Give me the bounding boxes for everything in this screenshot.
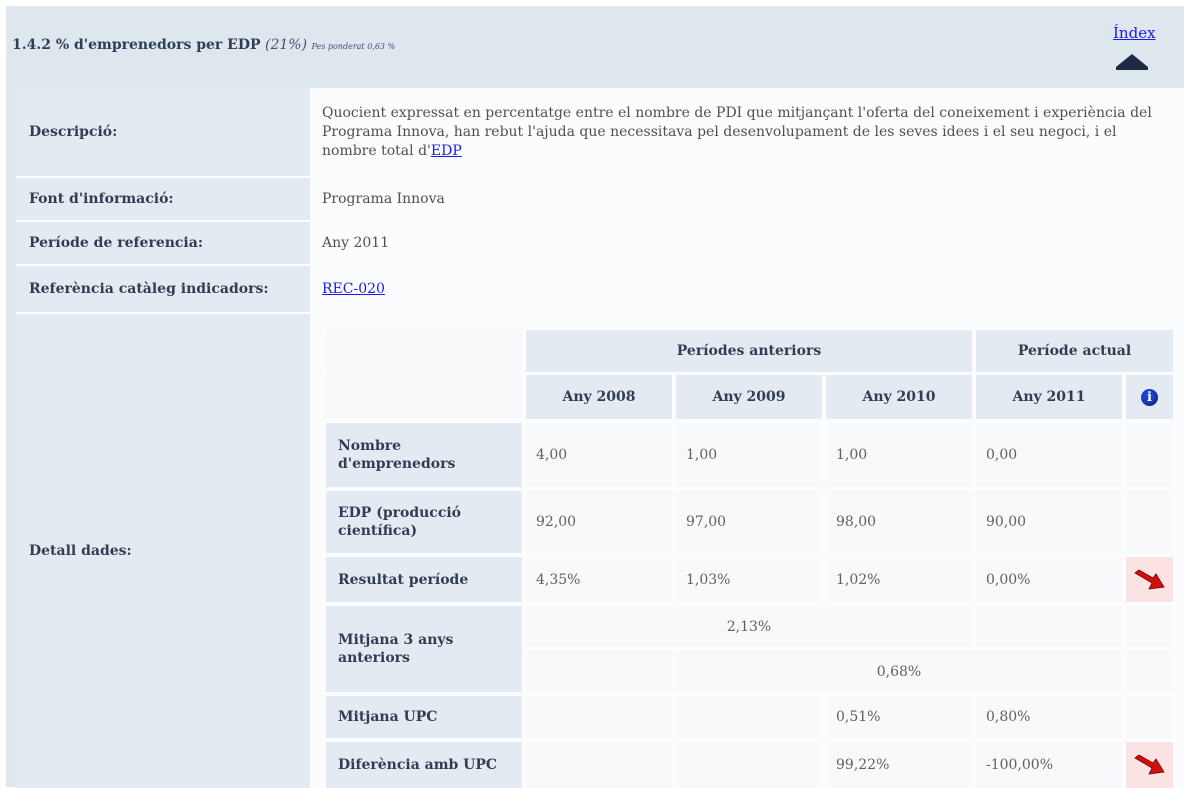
period-label: Període de referencia: (16, 222, 310, 264)
edp-link[interactable]: EDP (431, 143, 462, 159)
cell-upc-diff-2009 (676, 742, 822, 788)
cell-edp-2009: 97,00 (676, 491, 822, 553)
cell-edp-2010: 98,00 (826, 491, 972, 553)
cell-upc-diff-2010: 99,22% (826, 742, 972, 788)
cell-edp-trend (1126, 491, 1173, 553)
cell-upc-avg-2011: 0,80% (976, 696, 1122, 738)
source-row: Font d'informació: Programa Innova (16, 178, 1184, 220)
cell-avg3-current: 0,68% (676, 651, 1122, 692)
table-corner-2 (326, 375, 522, 419)
row-label-avg3: Mitjana 3 anys anteriors (326, 606, 522, 692)
cell-emprenedors-2009: 1,00 (676, 423, 822, 487)
indicator-percentage: (21%) (264, 37, 308, 53)
info-cell: i (1126, 375, 1173, 419)
year-2010-header: Any 2010 (826, 375, 972, 419)
source-label: Font d'informació: (16, 178, 310, 220)
description-row: Descripció: Quocient expressat en percen… (16, 88, 1184, 176)
cell-upc-diff-trend (1126, 742, 1173, 788)
cell-avg3-empty-2 (526, 651, 672, 692)
row-label-emprenedors: Nombre d'emprenedors (326, 423, 522, 487)
catalog-label: Referència catàleg indicadors: (16, 266, 310, 312)
cell-upc-avg-2008 (526, 696, 672, 738)
year-2011-header: Any 2011 (976, 375, 1122, 419)
index-link[interactable]: Índex (1113, 24, 1156, 42)
detail-label: Detall dades: (16, 314, 310, 788)
previous-periods-header: Períodes anteriors (526, 330, 972, 372)
year-2009-header: Any 2009 (676, 375, 822, 419)
cell-avg3-previous: 2,13% (526, 606, 972, 647)
cell-upc-diff-2008 (526, 742, 672, 788)
cell-avg3-empty (976, 606, 1122, 647)
cell-emprenedors-2010: 1,00 (826, 423, 972, 487)
source-value: Programa Innova (312, 178, 1184, 220)
cell-emprenedors-trend (1126, 423, 1173, 487)
row-label-upc-diff: Diferència amb UPC (326, 742, 522, 788)
indicator-panel: 1.4.2 % d'emprenedors per EDP (21%) Pes … (6, 6, 1184, 788)
indicator-code-title: 1.4.2 % d'emprenedors per EDP (12, 37, 261, 53)
indicator-title: 1.4.2 % d'emprenedors per EDP (21%) Pes … (12, 37, 395, 53)
cell-edp-2011: 90,00 (976, 491, 1122, 553)
detail-data-table: Períodes anteriors Període actual Any 20… (326, 330, 1184, 788)
row-label-edp: EDP (producció científica) (326, 491, 522, 553)
cell-upc-diff-2011: -100,00% (976, 742, 1122, 788)
description-label: Descripció: (16, 88, 310, 176)
cell-result-trend (1126, 557, 1173, 602)
period-row: Període de referencia: Any 2011 (16, 222, 1184, 264)
catalog-row: Referència catàleg indicadors: REC-020 (16, 266, 1184, 312)
cell-avg3-trend-top (1126, 606, 1173, 647)
cell-result-2009: 1,03% (676, 557, 822, 602)
cell-result-2008: 4,35% (526, 557, 672, 602)
cell-upc-avg-2009 (676, 696, 822, 738)
cell-upc-avg-2010: 0,51% (826, 696, 972, 738)
description-value: Quocient expressat en percentatge entre … (312, 88, 1184, 176)
down-arrow-icon (1133, 569, 1165, 589)
indicator-weight: Pes ponderat 0,63 % (311, 42, 396, 51)
year-2008-header: Any 2008 (526, 375, 672, 419)
row-label-upc-avg: Mitjana UPC (326, 696, 522, 738)
cell-result-2010: 1,02% (826, 557, 972, 602)
down-arrow-icon (1133, 754, 1165, 775)
cell-emprenedors-2008: 4,00 (526, 423, 672, 487)
indicator-detail-table: Descripció: Quocient expressat en percen… (16, 88, 1184, 788)
row-label-result: Resultat període (326, 557, 522, 602)
catalog-link[interactable]: REC-020 (322, 280, 385, 299)
cell-emprenedors-2011: 0,00 (976, 423, 1122, 487)
cell-edp-2008: 92,00 (526, 491, 672, 553)
cell-upc-avg-trend (1126, 696, 1173, 738)
up-triangle-icon[interactable] (1116, 54, 1148, 67)
current-period-header: Període actual (976, 330, 1173, 372)
cell-result-2011: 0,00% (976, 557, 1122, 602)
up-triangle-icon-base (1116, 67, 1148, 70)
catalog-value: REC-020 (312, 266, 1184, 312)
info-icon[interactable]: i (1141, 388, 1158, 406)
cell-avg3-trend (1126, 651, 1173, 692)
table-corner (326, 330, 522, 372)
indicator-header: 1.4.2 % d'emprenedors per EDP (21%) Pes … (6, 6, 1184, 84)
period-value: Any 2011 (312, 222, 1184, 264)
